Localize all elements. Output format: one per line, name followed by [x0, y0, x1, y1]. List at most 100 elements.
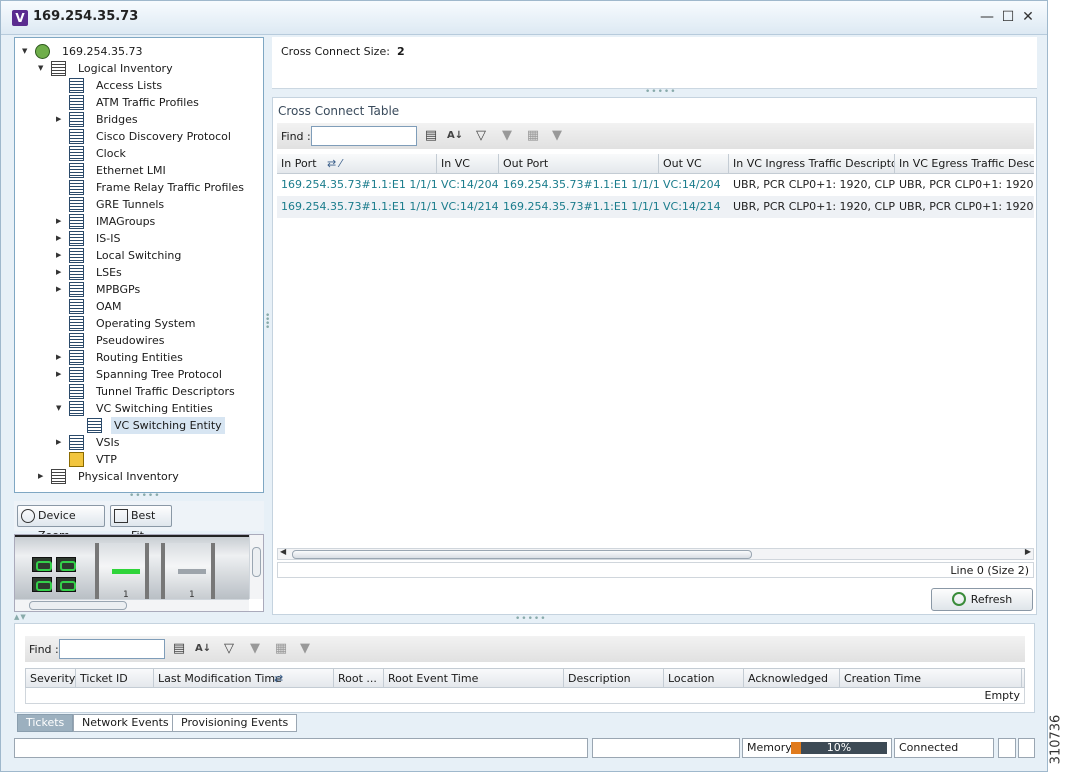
tab-tickets[interactable]: Tickets	[17, 714, 74, 732]
tree-item[interactable]: GRE Tunnels	[15, 196, 263, 213]
scroll-right-icon[interactable]: ▶	[1025, 547, 1031, 556]
column-header-egress-descriptor[interactable]: In VC Egress Traffic Descript	[895, 154, 1034, 174]
refresh-button[interactable]: Refresh	[931, 588, 1033, 611]
device-hscroll-thumb[interactable]	[29, 601, 127, 610]
close-icon[interactable]: ✕	[1020, 8, 1036, 26]
column-header-in-port[interactable]: In Port ⇄ ⁄	[277, 154, 437, 174]
device-view[interactable]: 1 1	[14, 534, 264, 612]
in-port-cell[interactable]: 169.254.35.73#1.1:E1 1/1/16	[277, 174, 437, 196]
column-header-out-vc[interactable]: Out VC	[659, 154, 729, 174]
sort-icon[interactable]: A↓	[195, 641, 211, 657]
tree-item[interactable]: ▼ VC Switching Entities	[15, 400, 263, 417]
tree-item[interactable]: ▶ LSEs	[15, 264, 263, 281]
column-header-description[interactable]: Description	[564, 669, 664, 687]
column-header-last-modification-time[interactable]: Last Modification Time ⇄	[154, 669, 334, 687]
sort-icon[interactable]: A↓	[447, 128, 463, 144]
port-module[interactable]	[56, 577, 76, 592]
tree-item[interactable]: ▶ Routing Entities	[15, 349, 263, 366]
table-horizontal-scrollbar[interactable]: ◀ ▶	[277, 547, 1034, 560]
advanced-filter-icon[interactable]: ▼	[499, 128, 515, 144]
in-port-cell[interactable]: 169.254.35.73#1.1:E1 1/1/16	[277, 196, 437, 218]
out-vc-cell[interactable]: VC:14/214	[659, 196, 729, 218]
column-header-root-event-time[interactable]: Root Event Time	[384, 669, 564, 687]
tree-item[interactable]: ▶ Spanning Tree Protocol	[15, 366, 263, 383]
column-header-ingress-descriptor[interactable]: In VC Ingress Traffic Descriptor	[729, 154, 895, 174]
clear-filter-icon[interactable]: ▼	[297, 641, 313, 657]
expand-arrow-icon[interactable]: ▶	[56, 434, 64, 451]
tickets-find-input[interactable]	[59, 639, 165, 659]
tree-item[interactable]: ▶ Bridges	[15, 111, 263, 128]
maximize-icon[interactable]: ☐	[1000, 8, 1016, 26]
tab-provisioning-events[interactable]: Provisioning Events	[172, 714, 298, 732]
out-vc-cell[interactable]: VC:14/204	[659, 174, 729, 196]
tree-item[interactable]: Access Lists	[15, 77, 263, 94]
tree-item[interactable]: ▶ MPBGPs	[15, 281, 263, 298]
device-zoom-button[interactable]: Device Zoom	[17, 505, 105, 542]
tree-item[interactable]: ▶ VSIs	[15, 434, 263, 451]
table-row[interactable]: 169.254.35.73#1.1:E1 1/1/16 VC:14/204 16…	[277, 174, 1034, 196]
tree-item[interactable]: Ethernet LMI	[15, 162, 263, 179]
filter-icon[interactable]: ▽	[473, 128, 489, 144]
tree-item[interactable]: ▶ Local Switching	[15, 247, 263, 264]
tree-item[interactable]: Operating System	[15, 315, 263, 332]
expand-arrow-icon[interactable]: ▶	[56, 366, 64, 383]
column-header-severity[interactable]: Severity	[26, 669, 76, 687]
table-properties-icon[interactable]: ▤	[423, 128, 439, 144]
tree-item[interactable]: OAM	[15, 298, 263, 315]
tree-item[interactable]: ▼ 169.254.35.73	[15, 43, 263, 60]
collapse-arrow-icon[interactable]: ▼	[38, 60, 46, 77]
tree-item[interactable]: Tunnel Traffic Descriptors	[15, 383, 263, 400]
right-splitter-handle[interactable]: •••••	[645, 87, 677, 97]
column-header-ticket-id[interactable]: Ticket ID	[76, 669, 154, 687]
expand-arrow-icon[interactable]: ▶	[56, 230, 64, 247]
table-row[interactable]: 169.254.35.73#1.1:E1 1/1/16 VC:14/214 16…	[277, 196, 1034, 218]
clear-filter-icon[interactable]: ▼	[549, 128, 565, 144]
horizontal-splitter-handle[interactable]: •••••	[129, 491, 161, 501]
in-vc-cell[interactable]: VC:14/204	[437, 174, 499, 196]
tree-item[interactable]: ▶ IMAGroups	[15, 213, 263, 230]
column-header-location[interactable]: Location	[664, 669, 744, 687]
tree-item[interactable]: VTP	[15, 451, 263, 468]
expand-arrow-icon[interactable]: ▶	[38, 468, 46, 485]
expand-arrow-icon[interactable]: ▶	[56, 213, 64, 230]
best-fit-button[interactable]: Best Fit	[110, 505, 172, 542]
export-icon[interactable]: ▦	[525, 128, 541, 144]
minimize-icon[interactable]: —	[979, 8, 995, 26]
cross-connect-find-input[interactable]	[311, 126, 417, 146]
chassis-slot[interactable]: 1	[95, 543, 149, 601]
tree-item[interactable]: ▼ Logical Inventory	[15, 60, 263, 77]
expand-arrow-icon[interactable]: ▶	[56, 111, 64, 128]
column-header-acknowledged[interactable]: Acknowledged	[744, 669, 840, 687]
collapse-arrow-icon[interactable]: ▼	[22, 43, 30, 60]
tab-network-events[interactable]: Network Events	[73, 714, 178, 732]
expand-arrow-icon[interactable]: ▶	[56, 247, 64, 264]
tree-item[interactable]: ▶ IS-IS	[15, 230, 263, 247]
in-vc-cell[interactable]: VC:14/214	[437, 196, 499, 218]
column-header-out-port[interactable]: Out Port	[499, 154, 659, 174]
collapse-arrows-icon[interactable]: ▲▼	[14, 613, 27, 621]
chassis-slot[interactable]: 1	[161, 543, 215, 601]
filter-icon[interactable]: ▽	[221, 641, 237, 657]
collapse-arrow-icon[interactable]: ▼	[56, 400, 64, 417]
tree-item[interactable]: ▶ Physical Inventory	[15, 468, 263, 485]
tree-item[interactable]: VC Switching Entity	[15, 417, 263, 434]
port-module[interactable]	[32, 557, 52, 572]
tree-item[interactable]: ATM Traffic Profiles	[15, 94, 263, 111]
expand-arrow-icon[interactable]: ▶	[56, 349, 64, 366]
advanced-filter-icon[interactable]: ▼	[247, 641, 263, 657]
table-properties-icon[interactable]: ▤	[171, 641, 187, 657]
scroll-left-icon[interactable]: ◀	[280, 547, 286, 556]
column-header-root[interactable]: Root ...	[334, 669, 384, 687]
tree-item[interactable]: Cisco Discovery Protocol	[15, 128, 263, 145]
tree-item[interactable]: Frame Relay Traffic Profiles	[15, 179, 263, 196]
out-port-cell[interactable]: 169.254.35.73#1.1:E1 1/1/18	[499, 174, 659, 196]
export-icon[interactable]: ▦	[273, 641, 289, 657]
title-bar[interactable]: V 169.254.35.73 — ☐ ✕	[1, 1, 1047, 35]
tree-item[interactable]: Pseudowires	[15, 332, 263, 349]
column-header-creation-time[interactable]: Creation Time	[840, 669, 1022, 687]
out-port-cell[interactable]: 169.254.35.73#1.1:E1 1/1/18	[499, 196, 659, 218]
device-vscroll-thumb[interactable]	[252, 547, 261, 577]
expand-arrow-icon[interactable]: ▶	[56, 281, 64, 298]
port-module[interactable]	[32, 577, 52, 592]
column-header-in-vc[interactable]: In VC	[437, 154, 499, 174]
